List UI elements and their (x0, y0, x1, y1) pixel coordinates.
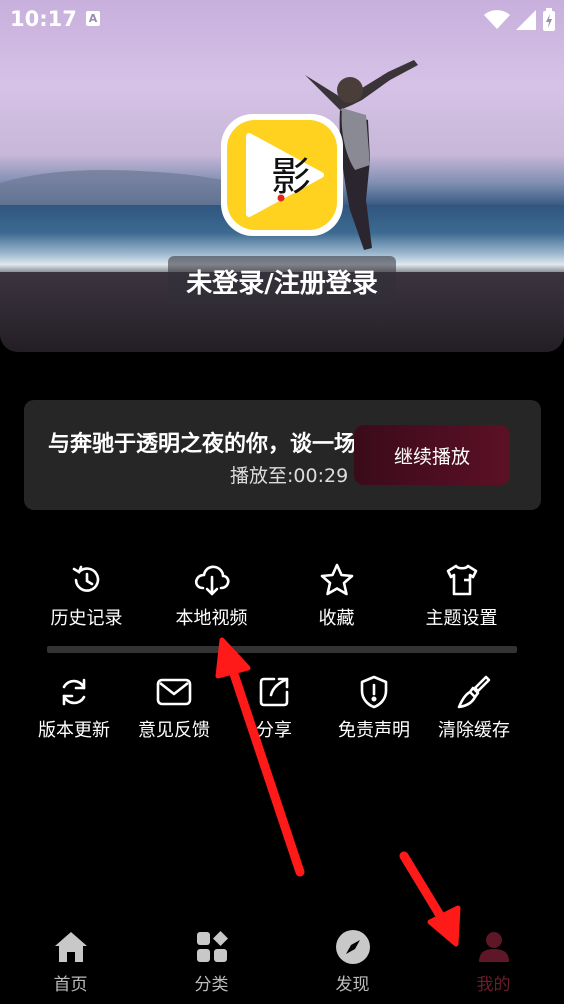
menu-clear-cache[interactable]: 清除缓存 (424, 672, 524, 742)
menu-version-update-label: 版本更新 (38, 720, 110, 741)
cloud-download-icon (192, 560, 232, 600)
shirt-icon (442, 560, 482, 600)
compass-icon (334, 928, 372, 966)
nav-discover[interactable]: 发现 (282, 920, 423, 1004)
menu-theme-settings-label: 主题设置 (425, 608, 498, 629)
logo-char: 影 (271, 154, 311, 200)
menu-theme-settings[interactable]: 主题设置 (399, 560, 524, 630)
star-icon (317, 560, 357, 600)
share-icon (254, 672, 294, 712)
app-logo-inner: 影 (227, 120, 337, 230)
menu-local-video-label: 本地视频 (175, 608, 248, 629)
nav-category-label: 分类 (194, 975, 229, 995)
brush-icon (454, 672, 494, 712)
menu-feedback-label: 意见反馈 (138, 720, 210, 741)
bottom-navigation: 首页 分类 发现 我的 (0, 920, 564, 1004)
nav-mine[interactable]: 我的 (423, 920, 564, 1004)
menu-share[interactable]: 分享 (224, 672, 324, 742)
category-icon (193, 928, 231, 966)
status-right-icons (484, 8, 556, 32)
mail-icon (154, 672, 194, 712)
continue-watching-card[interactable]: 与奔驰于透明之夜的你，谈一场不可能的恋 播放至:00:29 继续播放 (24, 400, 541, 510)
nav-mine-label: 我的 (476, 975, 511, 995)
notification-a-icon: A (86, 11, 100, 26)
battery-icon (543, 8, 555, 31)
history-icon (67, 560, 107, 600)
shield-icon (354, 672, 394, 712)
menu-version-update[interactable]: 版本更新 (24, 672, 124, 742)
play-progress-text: 播放至:00:29 (230, 465, 349, 487)
refresh-icon (54, 672, 94, 712)
menu-disclaimer[interactable]: 免责声明 (324, 672, 424, 742)
secondary-menu: 版本更新 意见反馈 分享 免责声明 清除缓存 (24, 672, 541, 742)
continue-play-button[interactable]: 继续播放 (354, 425, 510, 485)
app-logo[interactable]: 影 (221, 114, 343, 236)
status-bar: 10:17 A (0, 0, 564, 38)
home-icon (52, 928, 90, 966)
user-icon (475, 928, 513, 966)
logo-play-icon: 影 (246, 133, 324, 217)
menu-favorites[interactable]: 收藏 (274, 560, 399, 630)
menu-share-label: 分享 (256, 720, 292, 741)
nav-home-label: 首页 (53, 975, 88, 995)
menu-local-video[interactable]: 本地视频 (149, 560, 274, 630)
nav-home[interactable]: 首页 (0, 920, 141, 1004)
nav-discover-label: 发现 (335, 975, 370, 995)
wifi-icon (484, 10, 510, 29)
status-time: 10:17 (10, 7, 77, 31)
primary-menu: 历史记录 本地视频 收藏 主题设置 (24, 560, 541, 630)
login-register-button[interactable]: 未登录/注册登录 (168, 256, 396, 306)
menu-feedback[interactable]: 意见反馈 (124, 672, 224, 742)
signal-icon (516, 10, 536, 30)
menu-history[interactable]: 历史记录 (24, 560, 149, 630)
nav-category[interactable]: 分类 (141, 920, 282, 1004)
menu-history-label: 历史记录 (50, 608, 123, 629)
menu-clear-cache-label: 清除缓存 (438, 720, 510, 741)
menu-divider (47, 646, 517, 653)
menu-favorites-label: 收藏 (318, 608, 355, 629)
menu-disclaimer-label: 免责声明 (338, 720, 410, 741)
